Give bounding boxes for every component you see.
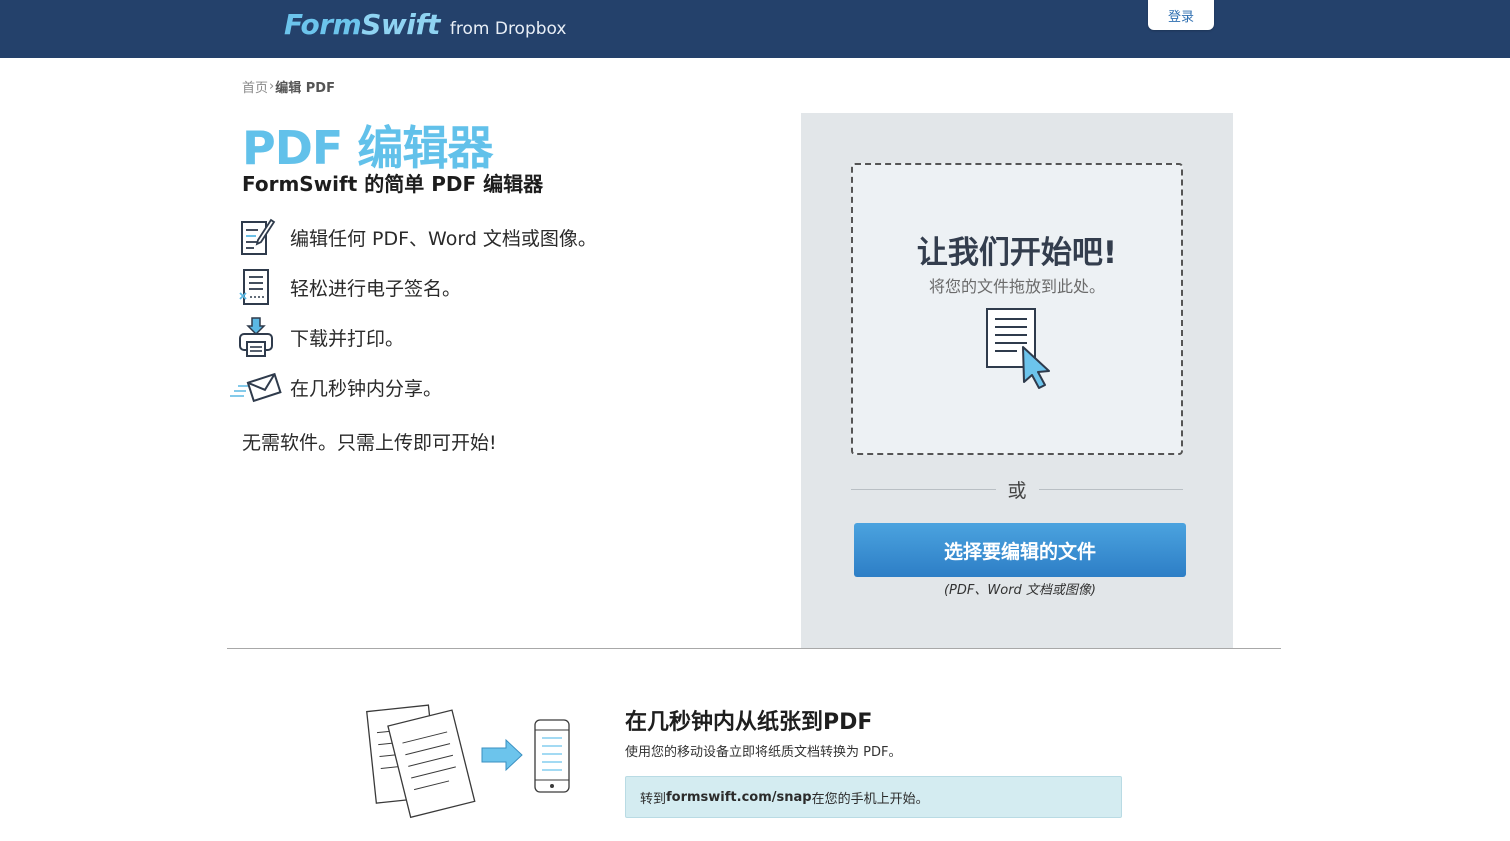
paper-to-phone-illustration xyxy=(364,700,574,822)
upload-panel: 让我们开始吧! 将您的文件拖放到此处。 或 选择要编辑的文件 (PDF、Word… xyxy=(801,113,1233,648)
promo-subtitle: 使用您的移动设备立即将纸质文档转换为 PDF。 xyxy=(625,745,902,760)
promo-callout-suffix: 在您的手机上开始。 xyxy=(811,791,929,807)
feature-item-share: 在几秒钟内分享。 xyxy=(228,364,648,410)
breadcrumb: 首页 › 编辑 PDF xyxy=(242,77,335,96)
promo-callout: 转到 formswift.com/snap 在您的手机上开始。 xyxy=(625,776,1122,818)
formswift-logo[interactable]: FormSwift from Dropbox xyxy=(284,8,566,48)
or-line-left xyxy=(851,488,996,490)
breadcrumb-current: 编辑 PDF xyxy=(275,81,335,96)
feature-item-edit: 编辑任何 PDF、Word 文档或图像。 xyxy=(228,214,648,260)
section-divider xyxy=(227,648,1281,649)
promo-callout-prefix: 转到 xyxy=(640,791,667,807)
tagline: 无需软件。只需上传即可开始! xyxy=(242,432,497,454)
supported-formats-note: (PDF、Word 文档或图像) xyxy=(943,583,1096,598)
logo-wordmark: FormSwift xyxy=(284,8,440,41)
file-dropzone[interactable]: 让我们开始吧! 将您的文件拖放到此处。 xyxy=(851,163,1183,455)
download-print-icon xyxy=(228,314,284,360)
page-subtitle: FormSwift 的简单 PDF 编辑器 xyxy=(242,172,544,196)
or-divider: 或 xyxy=(851,475,1184,503)
dropzone-title: 让我们开始吧! xyxy=(916,235,1118,271)
feature-item-sign: 轻松进行电子签名。 xyxy=(228,264,648,310)
feature-label: 在几秒钟内分享。 xyxy=(290,377,443,400)
choose-file-button[interactable]: 选择要编辑的文件 xyxy=(854,523,1186,577)
top-navbar: FormSwift from Dropbox 登录 xyxy=(0,0,1510,58)
feature-item-print: 下载并打印。 xyxy=(228,314,648,360)
signature-document-icon xyxy=(228,264,284,310)
promo-title: 在几秒钟内从纸张到PDF xyxy=(625,710,873,735)
logo-subtitle: from Dropbox xyxy=(449,19,567,39)
feature-label: 编辑任何 PDF、Word 文档或图像。 xyxy=(290,227,597,250)
logo-swift-text: Swift xyxy=(361,8,440,41)
dropzone-subtitle: 将您的文件拖放到此处。 xyxy=(928,277,1105,296)
or-line-right xyxy=(1038,488,1184,490)
feature-label: 轻松进行电子签名。 xyxy=(290,277,462,300)
or-label: 或 xyxy=(1007,479,1027,502)
edit-document-icon xyxy=(228,214,284,260)
login-button[interactable]: 登录 xyxy=(1148,0,1214,30)
breadcrumb-home-link[interactable]: 首页 xyxy=(242,77,268,96)
feature-label: 下载并打印。 xyxy=(290,327,405,350)
breadcrumb-separator: › xyxy=(269,79,275,94)
logo-form-text: Form xyxy=(284,8,362,41)
send-envelope-icon xyxy=(228,364,284,410)
document-cursor-icon xyxy=(983,307,1055,393)
formswift-snap-link[interactable]: formswift.com/snap xyxy=(666,790,812,805)
